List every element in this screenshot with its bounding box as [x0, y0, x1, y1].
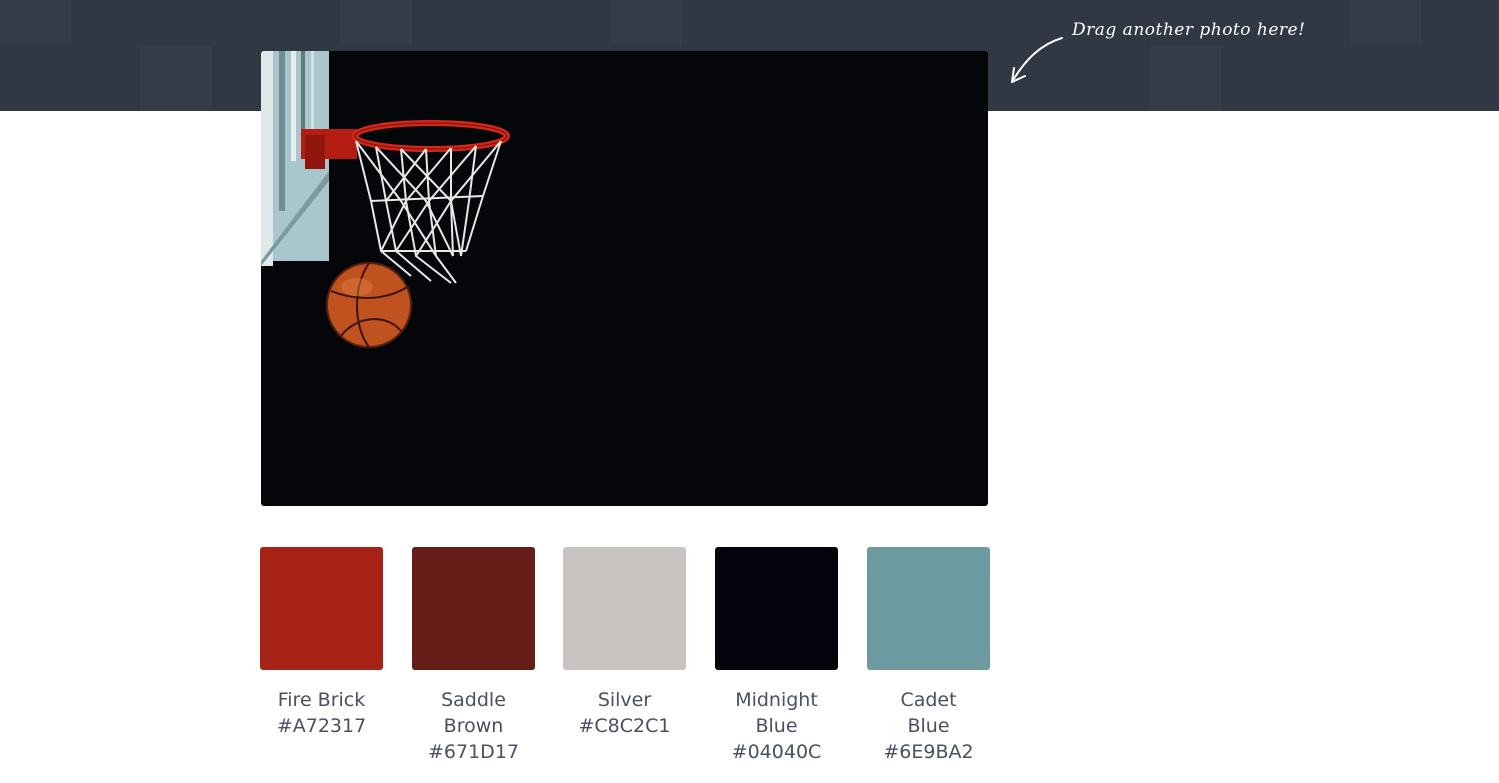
swatch-name: Silver [597, 689, 652, 711]
arrow-icon [1011, 37, 1063, 83]
color-chip[interactable] [867, 547, 990, 670]
swatch-name: Saddle Brown [441, 689, 506, 737]
swatch-hex: #6E9BA2 [883, 741, 974, 763]
color-chip[interactable] [412, 547, 535, 670]
swatch-midnight-blue[interactable]: Midnight Blue #04040C [715, 547, 838, 765]
uploaded-photo[interactable] [261, 51, 988, 506]
color-chip[interactable] [715, 547, 838, 670]
swatch-cadet-blue[interactable]: Cadet Blue #6E9BA2 [867, 547, 990, 765]
swatch-fire-brick[interactable]: Fire Brick #A72317 [260, 547, 383, 739]
swatch-saddle-brown[interactable]: Saddle Brown #671D17 [412, 547, 535, 765]
color-chip[interactable] [260, 547, 383, 670]
swatch-hex: #A72317 [276, 715, 367, 737]
swatch-name: Cadet Blue [900, 689, 957, 737]
swatch-silver[interactable]: Silver #C8C2C1 [563, 547, 686, 739]
swatch-hex: #04040C [731, 741, 822, 763]
basketball-hoop-photo [261, 51, 510, 348]
color-palette: Fire Brick #A72317 Saddle Brown #671D17 … [260, 547, 990, 783]
drag-photo-hint: Drag another photo here! [1072, 20, 1306, 40]
color-chip[interactable] [563, 547, 686, 670]
swatch-name: Midnight Blue [735, 689, 818, 737]
swatch-hex: #C8C2C1 [578, 715, 671, 737]
swatch-hex: #671D17 [428, 741, 519, 763]
swatch-name: Fire Brick [277, 689, 366, 711]
